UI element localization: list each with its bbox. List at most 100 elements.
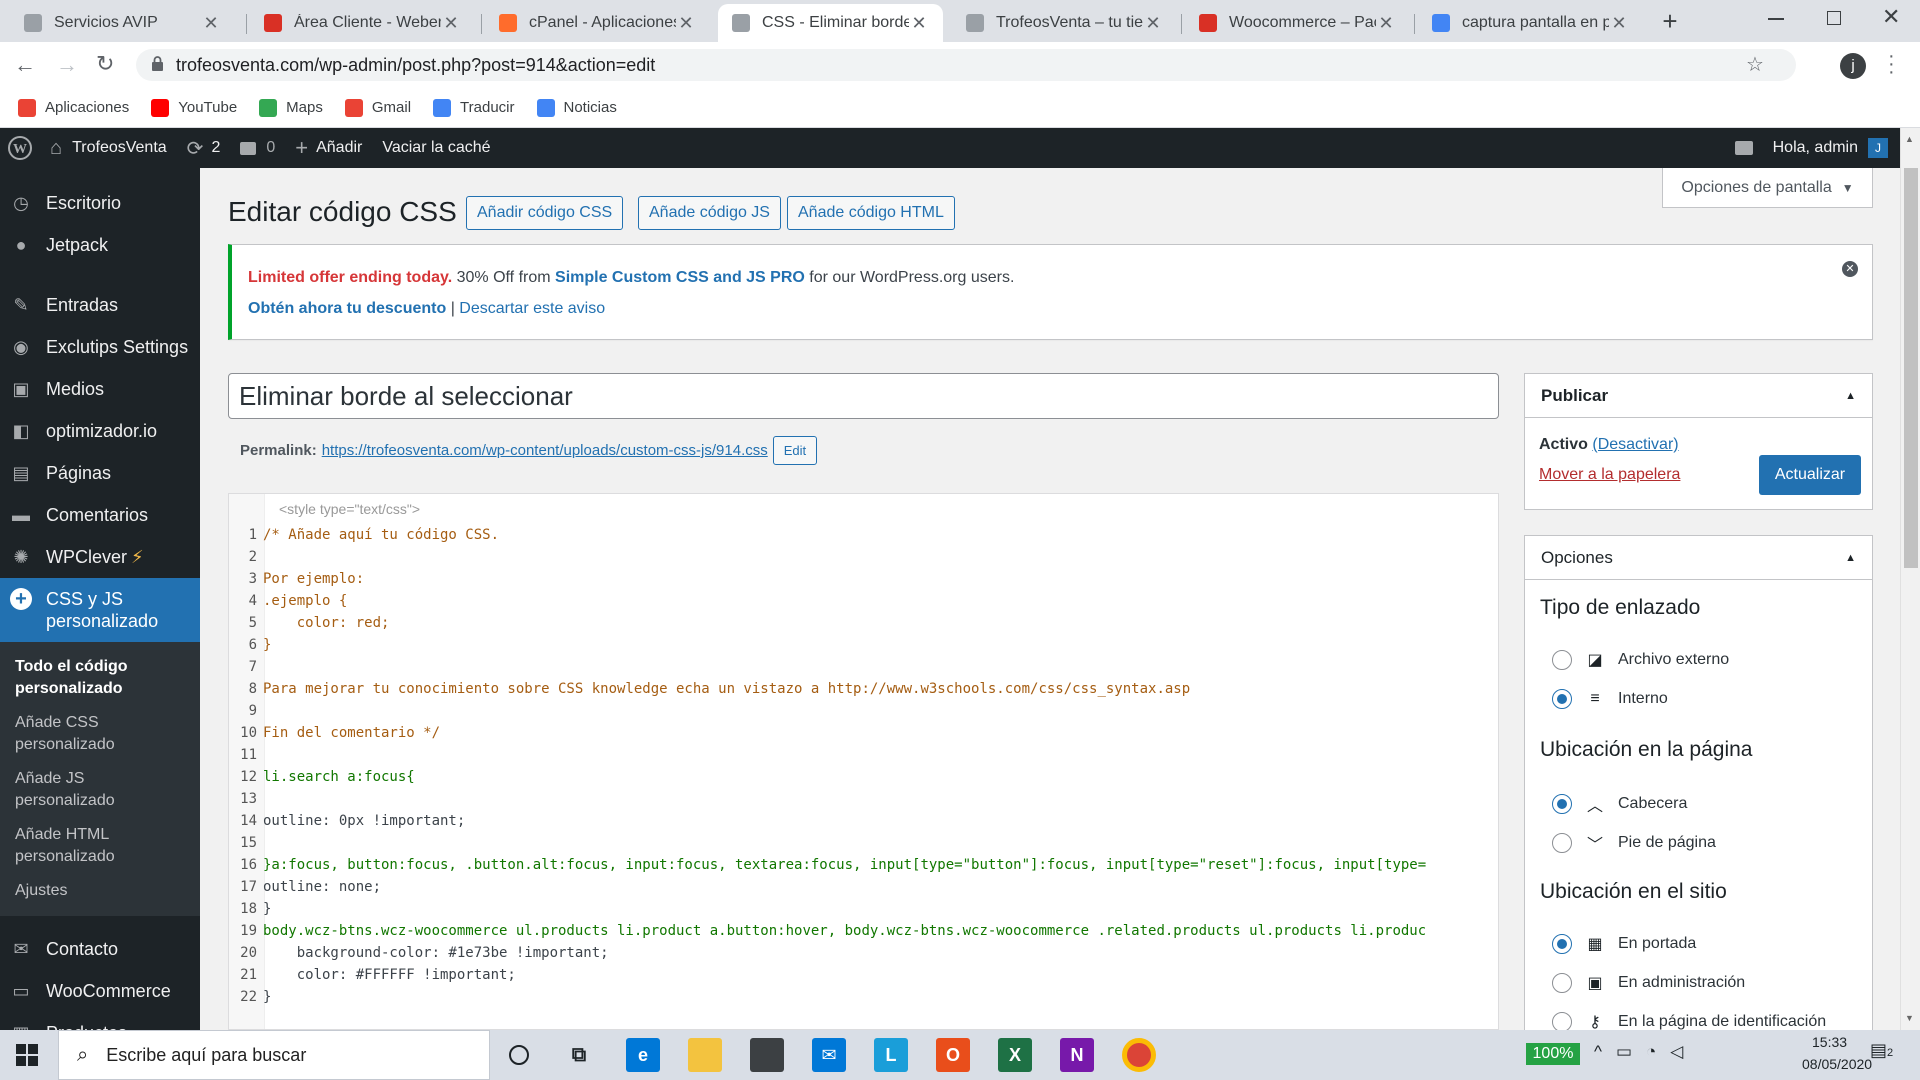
radio-button[interactable] [1552, 934, 1572, 954]
cortana-icon[interactable] [502, 1038, 536, 1072]
close-tab-icon[interactable]: ✕ [1376, 13, 1396, 34]
radio-button[interactable] [1552, 973, 1572, 993]
permalink-url[interactable]: https://trofeosventa.com/wp-content/uplo… [322, 442, 768, 459]
radio-button[interactable] [1552, 689, 1572, 709]
add-html-button[interactable]: Añade código HTML [787, 196, 955, 230]
store-icon[interactable] [750, 1038, 784, 1072]
permalink-edit-button[interactable]: Edit [772, 436, 818, 465]
excel-icon[interactable]: X [998, 1038, 1032, 1072]
site-name-link[interactable]: ⌂ TrofeosVenta [40, 128, 177, 168]
publish-box-header[interactable]: Publicar ▲ [1525, 374, 1872, 418]
add-js-button[interactable]: Añade código JS [638, 196, 781, 230]
minimize-button[interactable] [1768, 18, 1784, 20]
office-icon[interactable]: O [936, 1038, 970, 1072]
browser-tab[interactable]: captura pantalla en por✕ [1418, 4, 1643, 42]
bookmark-item[interactable]: Maps [259, 98, 323, 117]
options-box-header[interactable]: Opciones ▲ [1525, 536, 1872, 580]
close-tab-icon[interactable]: ✕ [201, 13, 221, 34]
option-radio-row[interactable]: ⚷ En la página de identificación [1552, 1012, 1826, 1032]
trash-link[interactable]: Mover a la papelera [1539, 466, 1680, 484]
bookmark-item[interactable]: Noticias [536, 98, 617, 117]
bookmark-item[interactable]: YouTube [151, 98, 237, 117]
browser-tab[interactable]: Servicios AVIP ✕ [10, 4, 235, 42]
maximize-button[interactable] [1827, 11, 1841, 25]
notification-center-icon[interactable]: ▤2 [1870, 1040, 1893, 1061]
scrollbar-thumb[interactable] [1904, 168, 1918, 568]
taskbar-search[interactable]: ⌕ Escribe aquí para buscar [58, 1030, 490, 1080]
close-tab-icon[interactable]: ✕ [1143, 13, 1163, 34]
sidebar-item[interactable]: ◷ Escritorio [0, 182, 200, 224]
chrome-icon[interactable] [1122, 1038, 1156, 1072]
sidebar-item[interactable]: ✉ Contacto [0, 928, 200, 970]
battery-status[interactable]: 100% [1526, 1043, 1580, 1065]
updates-link[interactable]: ⟳ 2 [177, 128, 231, 168]
clock-time[interactable]: 15:33 [1812, 1034, 1847, 1050]
radio-button[interactable] [1552, 650, 1572, 670]
comments-link[interactable]: 0 [230, 128, 285, 168]
collapse-arrow-icon[interactable]: ▲ [1845, 390, 1856, 402]
new-tab-button[interactable]: + [1655, 6, 1685, 36]
edge-icon[interactable]: e [626, 1038, 660, 1072]
radio-button[interactable] [1552, 1012, 1572, 1032]
option-radio-row[interactable]: ▦ En portada [1552, 934, 1696, 954]
lumion-icon[interactable]: L [874, 1038, 908, 1072]
bookmark-item[interactable]: Traducir [433, 98, 515, 117]
bookmark-star-icon[interactable]: ☆ [1746, 52, 1764, 77]
file-explorer-icon[interactable] [688, 1038, 722, 1072]
close-tab-icon[interactable]: ✕ [441, 13, 461, 34]
sidebar-item[interactable]: ▬ Comentarios [0, 494, 200, 536]
post-title-input[interactable]: Eliminar borde al seleccionar [228, 373, 1499, 419]
clear-cache-link[interactable]: Vaciar la caché [372, 128, 500, 168]
sidebar-item[interactable]: ▤ Páginas [0, 452, 200, 494]
clock-date[interactable]: 08/05/2020 [1802, 1056, 1872, 1072]
close-window-button[interactable]: ✕ [1882, 4, 1900, 30]
page-scrollbar[interactable]: ▲ ▼ [1900, 128, 1920, 1030]
task-view-icon[interactable]: ⧉ [562, 1038, 596, 1072]
code-editor[interactable]: <style type="text/css"> 1 /* Añade aquí t… [228, 493, 1499, 1030]
option-radio-row[interactable]: ≡ Interno [1552, 689, 1668, 709]
browser-tab[interactable]: Área Cliente - Webemp✕ [250, 4, 475, 42]
profile-avatar[interactable]: j [1840, 53, 1866, 79]
radio-button[interactable] [1552, 833, 1572, 853]
dismiss-notice-link[interactable]: Descartar este aviso [459, 300, 605, 317]
update-button[interactable]: Actualizar [1759, 455, 1861, 495]
browser-tab[interactable]: CSS - Eliminar borde al✕ [718, 4, 943, 42]
mail-app-icon[interactable]: ✉ [812, 1038, 846, 1072]
windows-start-icon[interactable] [16, 1044, 38, 1066]
notification-icon[interactable] [1725, 128, 1763, 168]
close-tab-icon[interactable]: ✕ [909, 13, 929, 34]
close-tab-icon[interactable]: ✕ [676, 13, 696, 34]
submenu-item[interactable]: Añade CSS personalizado [0, 706, 200, 762]
browser-menu-icon[interactable]: · · · [1888, 46, 1895, 82]
option-radio-row[interactable]: ◪ Archivo externo [1552, 650, 1729, 670]
browser-tab[interactable]: Woocommerce – Pack ✕ [1185, 4, 1410, 42]
submenu-item[interactable]: Añade JS personalizado [0, 762, 200, 818]
wordpress-logo-icon[interactable]: W [0, 128, 40, 168]
option-radio-row[interactable]: ︿ Cabecera [1552, 792, 1687, 816]
discount-link[interactable]: Obtén ahora tu descuento [248, 300, 446, 317]
submenu-item[interactable]: Ajustes [0, 874, 200, 908]
user-menu[interactable]: Hola, admin J [1763, 128, 1900, 168]
submenu-item[interactable]: Añade HTML personalizado [0, 818, 200, 874]
browser-tab[interactable]: TrofeosVenta – tu tienda✕ [952, 4, 1177, 42]
submenu-item[interactable]: Todo el código personalizado [0, 650, 200, 706]
sidebar-item[interactable]: + CSS y JS personalizado [0, 578, 200, 642]
sidebar-item[interactable]: ▭ WooCommerce [0, 970, 200, 1012]
forward-icon[interactable]: → [56, 52, 78, 78]
sidebar-item[interactable]: ✎ Entradas [0, 284, 200, 326]
add-css-button[interactable]: Añadir código CSS [466, 196, 624, 230]
add-new-link[interactable]: + Añadir [285, 128, 372, 168]
browser-tab[interactable]: cPanel - Aplicaciones W✕ [485, 4, 710, 42]
screen-options-button[interactable]: Opciones de pantalla ▼ [1662, 168, 1873, 208]
sidebar-item[interactable]: ▦ Productos [0, 1012, 200, 1031]
reload-icon[interactable]: ↻ [96, 51, 114, 77]
collapse-arrow-icon[interactable]: ▲ [1845, 552, 1856, 564]
bookmark-item[interactable]: Gmail [344, 98, 411, 117]
onenote-icon[interactable]: N [1060, 1038, 1094, 1072]
sidebar-item[interactable]: ✺ WPClever ⚡ [0, 536, 200, 578]
close-tab-icon[interactable]: ✕ [1609, 13, 1629, 34]
option-radio-row[interactable]: ▣ En administración [1552, 973, 1745, 993]
bookmark-item[interactable]: Aplicaciones [18, 98, 129, 117]
radio-button[interactable] [1552, 794, 1572, 814]
option-radio-row[interactable]: ﹀ Pie de página [1552, 831, 1716, 855]
